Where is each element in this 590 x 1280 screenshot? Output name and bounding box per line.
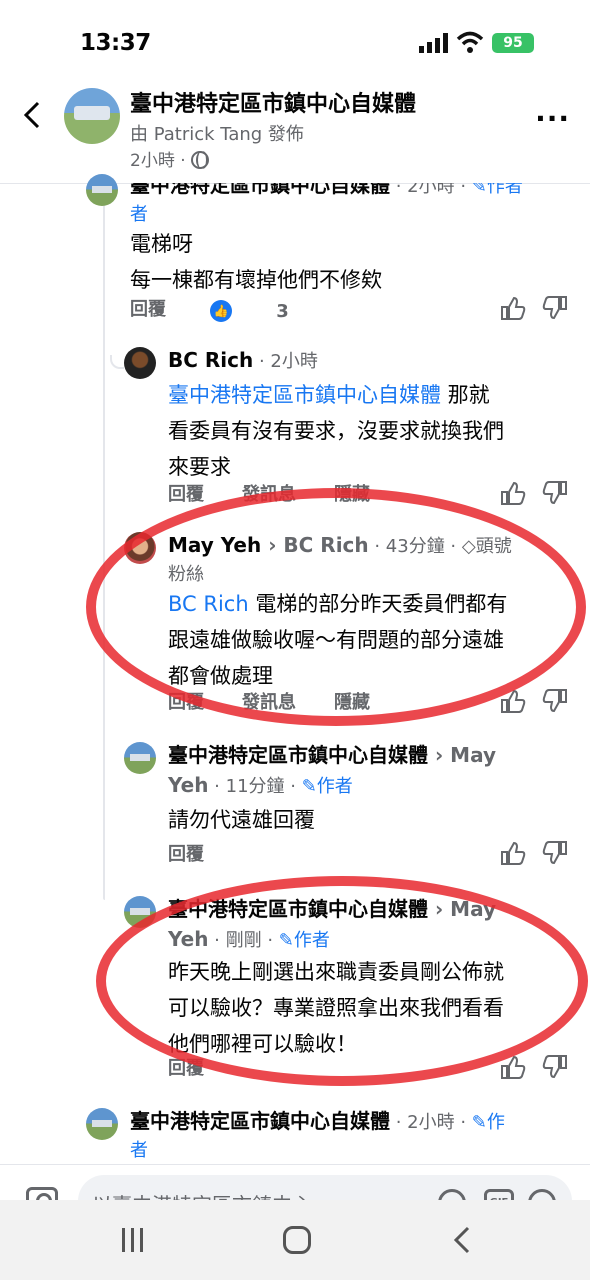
commenter-name[interactable]: BC Rich: [168, 348, 253, 372]
hide-button[interactable]: 隱藏: [334, 484, 370, 505]
comment-body: 昨天晚上剛選出來職責委員剛公佈就 可以驗收？專業證照拿出來我們看看 他們哪裡可以…: [168, 954, 578, 1062]
fan-badge: 頭號: [475, 536, 512, 557]
commenter-avatar[interactable]: [124, 896, 156, 928]
author-badge: 作: [486, 1112, 505, 1133]
commenter-avatar[interactable]: [86, 174, 118, 206]
fan-badge-line2: 粉絲: [168, 564, 204, 585]
reply-button[interactable]: 回覆: [168, 1058, 204, 1079]
commenter-avatar[interactable]: [86, 1108, 118, 1140]
commenter-name[interactable]: 臺中港特定區市鎮中心自媒體: [130, 1109, 390, 1133]
comment-text: 電梯的部分昨天委員們都有: [248, 592, 508, 616]
hide-button[interactable]: 隱藏: [334, 692, 370, 713]
commenter-name[interactable]: 臺中港特定區市鎮中心自媒體: [168, 743, 428, 767]
page-title[interactable]: 臺中港特定區市鎮中心自媒體: [130, 86, 416, 118]
like-dislike-icons[interactable]: [500, 688, 570, 714]
reply-button[interactable]: 回覆: [168, 844, 204, 865]
status-time: 13:37: [80, 30, 151, 56]
author-badge-cont: 者: [130, 1140, 148, 1161]
message-button[interactable]: 發訊息: [242, 484, 296, 505]
thread-line: [110, 355, 124, 369]
comment-actions: 回覆 發訊息 隱藏: [168, 480, 570, 510]
author-badge-icon: ✎: [301, 776, 317, 797]
post-time-text: 2小時 ·: [130, 151, 192, 171]
comment-text-line: 電梯呀: [130, 232, 193, 256]
comment-header: 臺中港特定區市鎮中心自媒體 › May: [168, 894, 496, 924]
commenter-avatar[interactable]: [124, 347, 156, 379]
comment-header: BC Rich · 2小時: [168, 345, 318, 377]
comment-meta: · 2小時 ·: [390, 1112, 472, 1133]
home-icon[interactable]: [283, 1226, 311, 1254]
post-time: 2小時 ·: [130, 146, 210, 171]
comment-meta: · 2小時: [253, 351, 318, 372]
reply-to-name[interactable]: › BC Rich: [261, 533, 368, 557]
message-button[interactable]: 發訊息: [242, 692, 296, 713]
reaction-count[interactable]: 👍 3: [210, 300, 327, 322]
comment-header: 臺中港特定區市鎮中心自媒體 · 2小時 · ✎作: [130, 1106, 505, 1138]
comment-meta: · 43分鐘 ·: [368, 536, 462, 557]
comment-text-line: 看委員有沒有要求，沒要求就換我們: [168, 419, 504, 443]
comment-text-line: 可以驗收？專業證照拿出來我們看看: [168, 996, 504, 1020]
author-badge: 作者: [293, 930, 330, 951]
comment-text-line: BC Rich 電梯的部分昨天委員們都有: [168, 586, 578, 622]
author-badge-icon: ✎: [278, 930, 294, 951]
comment-text: 那就: [441, 383, 490, 407]
mention-link[interactable]: BC Rich: [168, 592, 249, 616]
reply-to-name[interactable]: › May: [428, 743, 496, 767]
comment-actions: 回覆: [168, 1054, 570, 1084]
reply-button[interactable]: 回覆: [130, 299, 166, 320]
commenter-avatar[interactable]: [124, 742, 156, 774]
commenter-avatar[interactable]: [124, 532, 156, 564]
comment-top-body: 電梯呀 每一棟都有壞掉他們不修欸: [130, 226, 570, 298]
commenter-name[interactable]: 臺中港特定區市鎮中心自媒體: [168, 897, 428, 921]
commenter-name[interactable]: May Yeh: [168, 533, 261, 557]
author-badge-icon: ✎: [471, 1112, 487, 1133]
comment-actions: 回覆 👍 3: [130, 295, 570, 325]
battery-level: 95: [503, 35, 523, 51]
comment-text-line: 臺中港特定區市鎮中心自媒體 那就: [168, 377, 578, 413]
like-badge-icon: 👍: [210, 300, 233, 322]
post-header: 臺中港特定區市鎮中心自媒體 由 Patrick Tang 發佈 2小時 · ··…: [0, 80, 590, 184]
comment-text-line: 昨天晚上剛選出來職責委員剛公佈就: [168, 960, 504, 984]
status-bar: 13:37 95: [0, 0, 590, 80]
like-dislike-icons[interactable]: [500, 480, 570, 506]
thread-line: [103, 200, 105, 900]
comment-body: BC Rich 電梯的部分昨天委員們都有 跟遠雄做驗收喔～有問題的部分遠雄 都會…: [168, 586, 578, 694]
reply-to-name[interactable]: › May: [428, 897, 496, 921]
globe-icon: [191, 151, 210, 169]
recents-icon[interactable]: [118, 1228, 148, 1252]
system-back-icon[interactable]: [450, 1226, 474, 1254]
reply-to-name-cont[interactable]: Yeh: [168, 773, 208, 797]
reply-button[interactable]: 回覆: [168, 692, 204, 713]
diamond-icon: ◇: [461, 536, 476, 557]
comment-actions: 回覆: [168, 840, 570, 870]
back-arrow-icon[interactable]: [18, 100, 48, 130]
author-badge: 作者: [316, 776, 353, 797]
page-avatar[interactable]: [64, 88, 120, 144]
like-dislike-icons[interactable]: [500, 840, 570, 866]
posted-by: 由 Patrick Tang 發佈: [130, 124, 304, 145]
mention-link[interactable]: 臺中港特定區市鎮中心自媒體: [168, 383, 441, 407]
like-dislike-icons[interactable]: [500, 295, 570, 321]
author-badge-wrap: 者: [130, 204, 148, 225]
reaction-count-value: 3: [276, 300, 289, 322]
comment-meta: · 11分鐘 ·: [208, 776, 302, 797]
comment-actions: 回覆 發訊息 隱藏: [168, 688, 570, 718]
comment-header-line2: Yeh · 11分鐘 · ✎作者: [168, 770, 353, 802]
reply-to-name-cont[interactable]: Yeh: [168, 927, 208, 951]
reply-button[interactable]: 回覆: [168, 484, 204, 505]
signal-icon: [419, 33, 448, 53]
more-options-icon[interactable]: ···: [535, 102, 570, 135]
comment-text-line: 跟遠雄做驗收喔～有問題的部分遠雄: [168, 628, 504, 652]
comment-header: May Yeh › BC Rich · 43分鐘 · ◇頭號: [168, 530, 512, 562]
comment-body: 臺中港特定區市鎮中心自媒體 那就 看委員有沒有要求，沒要求就換我們 來要求: [168, 377, 578, 485]
like-dislike-icons[interactable]: [500, 1054, 570, 1080]
comment-text: 請勿代遠雄回覆: [168, 808, 315, 832]
battery-icon: 95: [492, 33, 534, 53]
comment-header-line2: Yeh · 剛剛 · ✎作者: [168, 924, 330, 956]
wifi-icon: [456, 31, 484, 53]
comment-header: 臺中港特定區市鎮中心自媒體 › May: [168, 740, 496, 770]
comment-text-line: 每一棟都有壞掉他們不修欸: [130, 268, 382, 292]
comment-meta: · 剛剛 ·: [208, 930, 279, 951]
system-nav-bar: [0, 1200, 590, 1280]
